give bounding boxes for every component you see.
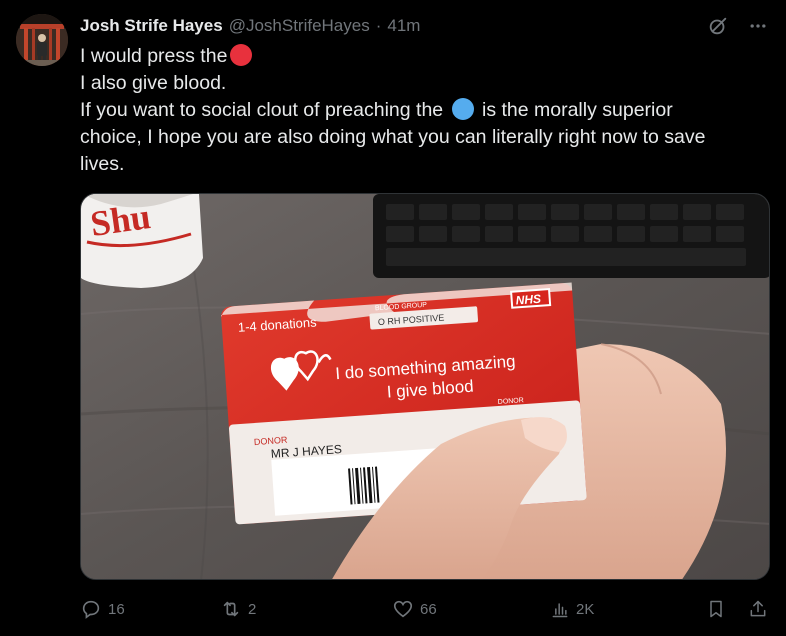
reply-button[interactable]: 16 <box>80 598 125 620</box>
tweet-line-1: I would press the <box>80 43 760 70</box>
analytics-icon <box>550 599 570 619</box>
bookmark-icon <box>706 599 726 619</box>
blue-circle-emoji-icon <box>451 98 474 120</box>
tweet-text-segment: If you want to social clout of preaching… <box>80 99 444 121</box>
more-options-icon[interactable] <box>746 14 770 38</box>
repost-count: 2 <box>248 600 257 618</box>
tweet-line-5: lives. <box>80 153 125 175</box>
views-count: 2K <box>576 600 595 618</box>
reply-count: 16 <box>108 600 125 618</box>
user-handle[interactable]: @JoshStrifeHayes <box>229 16 370 36</box>
bookmark-button[interactable] <box>706 599 726 619</box>
display-name[interactable]: Josh Strife Hayes <box>80 16 223 36</box>
share-button[interactable] <box>748 599 768 619</box>
card-nhs-logo: NHS <box>515 292 541 308</box>
tweet-text-segment: is the morally superior <box>481 99 673 121</box>
mug-text: Shu <box>88 196 153 244</box>
tweet-photo[interactable]: Shu 1-4 donations BLOOD GROUP O RH POSIT… <box>80 193 770 580</box>
tweet-line-4: choice, I hope you are also doing what y… <box>80 126 706 148</box>
avatar[interactable] <box>16 14 68 66</box>
share-icon <box>748 599 768 619</box>
tweet[interactable]: Josh Strife Hayes @JoshStrifeHayes · 41m… <box>0 0 786 636</box>
like-count: 66 <box>420 600 437 618</box>
repost-icon <box>220 598 242 620</box>
tweet-top-actions <box>706 14 770 38</box>
like-button[interactable]: 66 <box>392 598 437 620</box>
timestamp[interactable]: 41m <box>387 16 420 36</box>
tweet-header: Josh Strife Hayes @JoshStrifeHayes · 41m <box>80 14 420 38</box>
tweet-line-3: If you want to social clout of preaching… <box>80 97 760 124</box>
grok-icon[interactable] <box>706 14 730 38</box>
separator-dot: · <box>375 16 382 35</box>
repost-button[interactable]: 2 <box>220 598 256 620</box>
blood-donor-card-photo: Shu 1-4 donations BLOOD GROUP O RH POSIT… <box>81 194 769 579</box>
red-circle-emoji-icon <box>230 44 253 66</box>
tweet-text: I would press the I also give blood. If … <box>80 43 760 178</box>
tweet-line-2: I also give blood. <box>80 72 227 94</box>
reply-icon <box>80 598 102 620</box>
views-button[interactable]: 2K <box>550 599 594 619</box>
heart-icon <box>392 598 414 620</box>
tweet-actions: 16 2 66 2K <box>80 596 770 622</box>
tweet-text-segment: I would press the <box>80 45 228 67</box>
